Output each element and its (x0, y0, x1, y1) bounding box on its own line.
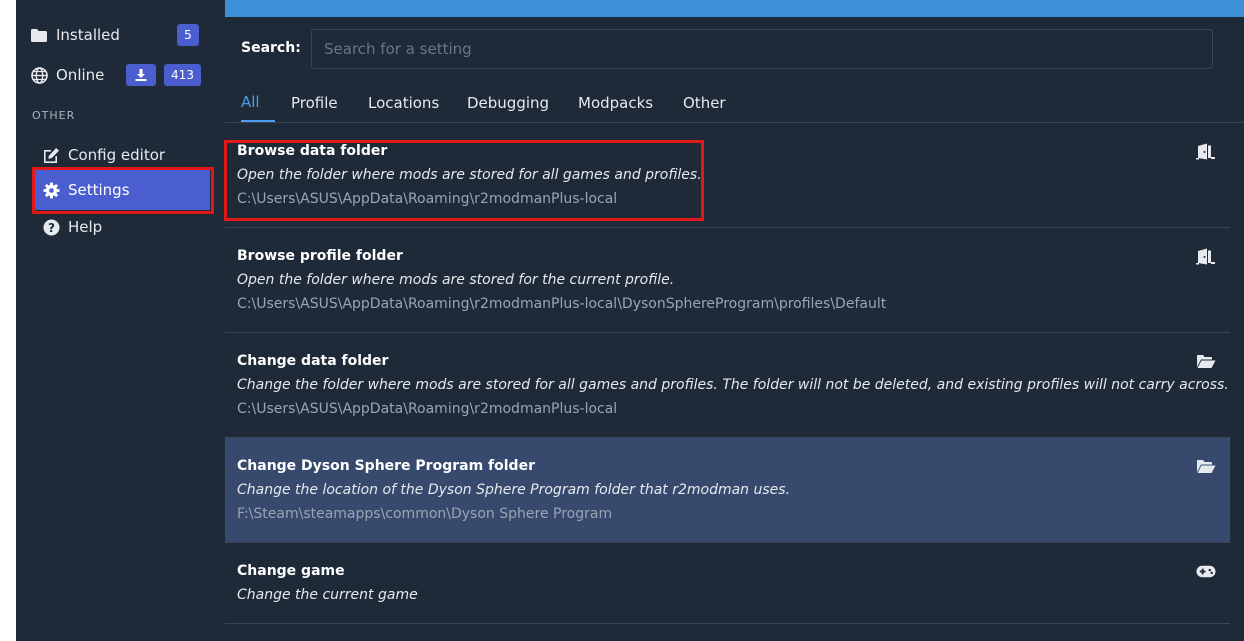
sidebar-item-label: Help (68, 218, 103, 236)
app-window: Installed 5 Online 413 OTHER Config edit… (16, 0, 1244, 641)
setting-description: Open the folder where mods are stored fo… (237, 167, 702, 183)
sidebar-item-help[interactable]: ? Help (42, 210, 102, 244)
svg-text:?: ? (48, 220, 55, 234)
sidebar-item-online[interactable]: Online (30, 58, 104, 92)
setting-title: Browse profile folder (237, 248, 403, 264)
tab-debugging[interactable]: Debugging (467, 84, 549, 122)
setting-value: C:\Users\ASUS\AppData\Roaming\r2modmanPl… (237, 296, 887, 312)
gamepad-icon[interactable] (1196, 562, 1216, 580)
setting-description: Change the current game (237, 587, 418, 603)
tab-profile[interactable]: Profile (291, 84, 338, 122)
sidebar-item-label: Installed (56, 26, 120, 44)
tab-other[interactable]: Other (683, 84, 726, 122)
door-open-icon[interactable] (1196, 247, 1216, 265)
online-count-badge: 413 (164, 64, 201, 86)
setting-row-change-data-folder[interactable]: Change data folder Change the folder whe… (225, 333, 1230, 438)
globe-icon (30, 66, 48, 84)
folder-open-icon[interactable] (1196, 352, 1216, 370)
folder-icon (30, 26, 48, 44)
door-open-icon[interactable] (1196, 142, 1216, 160)
question-circle-icon: ? (42, 218, 60, 236)
tab-locations[interactable]: Locations (368, 84, 439, 122)
folder-open-icon[interactable] (1196, 457, 1216, 475)
setting-row-browse-data-folder[interactable]: Browse data folder Open the folder where… (225, 123, 1230, 228)
setting-description: Change the folder where mods are stored … (237, 377, 1229, 393)
setting-title: Browse data folder (237, 143, 388, 159)
settings-tabs: All Profile Locations Debugging Modpacks… (225, 84, 1244, 123)
setting-title: Change Dyson Sphere Program folder (237, 458, 535, 474)
download-icon[interactable] (126, 64, 156, 86)
setting-description: Change the location of the Dyson Sphere … (237, 482, 791, 498)
setting-row-change-game[interactable]: Change game Change the current game (225, 543, 1230, 624)
setting-description: Open the folder where mods are stored fo… (237, 272, 675, 288)
gear-icon (42, 181, 60, 199)
edit-icon (42, 146, 60, 164)
settings-panel: Search: All Profile Locations Debugging … (224, 0, 1244, 641)
installed-count-badge: 5 (177, 24, 199, 46)
tab-modpacks[interactable]: Modpacks (578, 84, 653, 122)
setting-title: Change data folder (237, 353, 389, 369)
setting-title: Change game (237, 563, 345, 579)
top-bar (225, 0, 1244, 17)
tab-all[interactable]: All (241, 84, 275, 122)
sidebar-section-other: OTHER (32, 109, 76, 122)
setting-value: C:\Users\ASUS\AppData\Roaming\r2modmanPl… (237, 401, 618, 417)
setting-value: C:\Users\ASUS\AppData\Roaming\r2modmanPl… (237, 191, 618, 207)
sidebar-item-installed[interactable]: Installed (30, 18, 120, 52)
setting-row-change-game-folder[interactable]: Change Dyson Sphere Program folder Chang… (225, 438, 1230, 543)
sidebar-item-config-editor[interactable]: Config editor (42, 138, 165, 172)
sidebar-item-settings[interactable]: Settings (42, 173, 130, 207)
setting-row-browse-profile-folder[interactable]: Browse profile folder Open the folder wh… (225, 228, 1230, 333)
sidebar-item-label: Config editor (68, 146, 166, 164)
sidebar-item-label: Settings (68, 181, 130, 199)
search-label: Search: (241, 40, 301, 56)
search-input[interactable] (311, 29, 1213, 69)
sidebar-item-label: Online (56, 66, 105, 84)
sidebar: Installed 5 Online 413 OTHER Config edit… (16, 0, 224, 641)
setting-value: F:\Steam\steamapps\common\Dyson Sphere P… (237, 506, 613, 522)
